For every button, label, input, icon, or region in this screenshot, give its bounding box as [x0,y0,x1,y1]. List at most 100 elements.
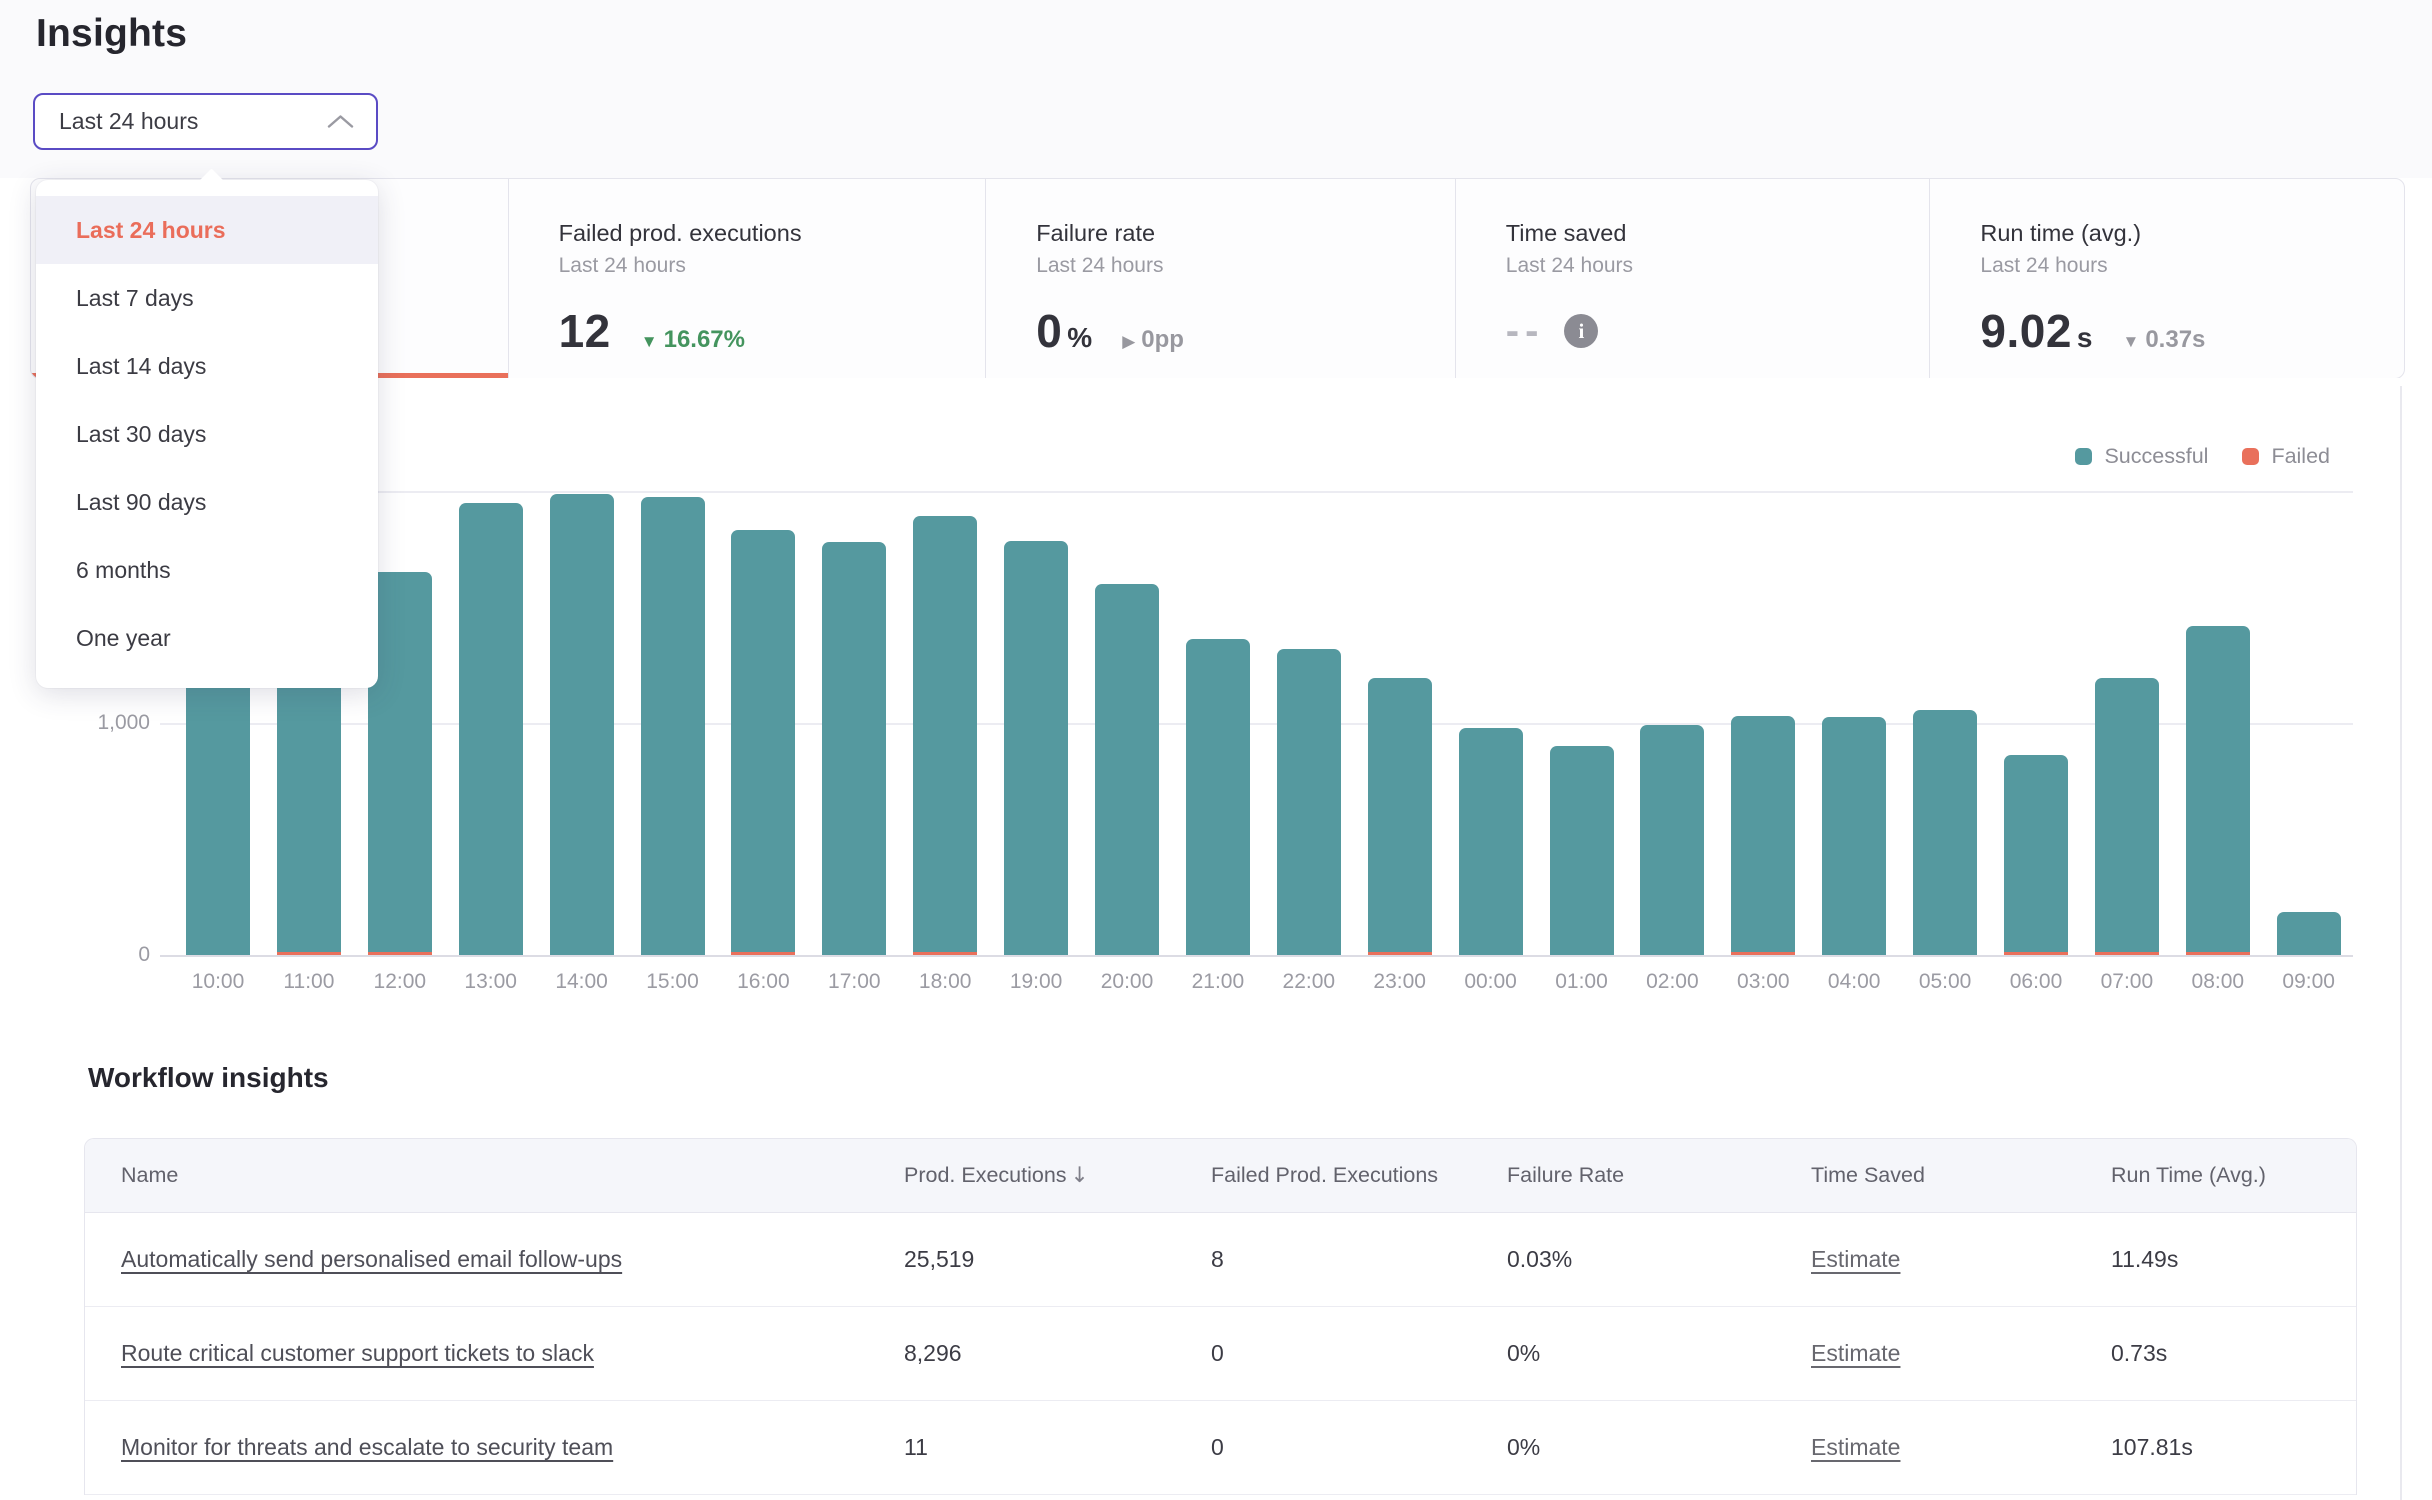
chevron-up-icon [327,114,354,129]
summary-card-value-suffix: s [2077,310,2093,366]
workflow-name-link[interactable]: Monitor for threats and escalate to secu… [121,1434,894,1461]
y-axis-label-1000: 1,000 [40,711,150,735]
summary-card-title: Failure rate [1036,219,1435,247]
table-header-row: NameProd. Executions↓Failed Prod. Execut… [85,1139,2356,1213]
estimate-link[interactable]: Estimate [1811,1434,2101,1461]
summary-card-4[interactable]: Run time (avg.)Last 24 hours9.02s▼0.37s [1929,179,2404,378]
gridline-0 [160,955,2353,957]
time-range-option-last-24-hours[interactable]: Last 24 hours [36,196,378,264]
legend-label: Successful [2104,444,2208,469]
time-saved-cell: Estimate [1811,1340,2111,1367]
x-axis-label-11:00: 11:00 [259,970,359,994]
column-header-prod-executions[interactable]: Prod. Executions↓ [904,1163,1211,1188]
content-right-divider [2400,386,2402,1500]
legend-item-failed[interactable]: Failed [2242,444,2330,469]
x-axis-label-21:00: 21:00 [1168,970,1268,994]
column-header-time-saved[interactable]: Time Saved [1811,1163,2111,1188]
legend-label: Failed [2271,444,2330,469]
chart-bar-09:00 [2277,912,2341,955]
chart-bar-failed-segment [1368,952,1432,955]
chart-bar-06:00 [2004,755,2068,955]
chart-bar-20:00 [1095,584,1159,955]
summary-card-subtitle: Last 24 hours [1036,253,1435,279]
workflow-name-cell: Monitor for threats and escalate to secu… [85,1434,904,1461]
failure-rate-cell: 0% [1507,1340,1811,1367]
prod-executions-cell: 11 [904,1434,1211,1461]
legend-item-successful[interactable]: Successful [2075,444,2208,469]
estimate-link[interactable]: Estimate [1811,1246,2101,1273]
column-header-run-time-avg-[interactable]: Run Time (Avg.) [2111,1163,2356,1188]
x-axis-label-13:00: 13:00 [441,970,541,994]
column-header-label: Run Time (Avg.) [2111,1163,2266,1187]
chart-bar-17:00 [822,542,886,955]
workflow-name-link[interactable]: Route critical customer support tickets … [121,1340,894,1367]
x-axis-label-19:00: 19:00 [986,970,1086,994]
x-axis-label-06:00: 06:00 [1986,970,2086,994]
failed-prod-executions-cell: 0 [1211,1434,1507,1461]
summary-card-delta: ▼0.37s [2123,312,2206,370]
page-title: Insights [36,12,187,56]
time-range-option-last-90-days[interactable]: Last 90 days [36,468,378,536]
summary-card-2[interactable]: Failure rateLast 24 hours0%▶0pp [985,179,1455,378]
x-axis-label-16:00: 16:00 [713,970,813,994]
x-axis-label-01:00: 01:00 [1532,970,1632,994]
summary-card-1[interactable]: Failed prod. executionsLast 24 hours12▼1… [508,179,986,378]
summary-card-subtitle: Last 24 hours [559,253,966,279]
column-header-label: Time Saved [1811,1163,1925,1187]
chart-bar-failed-segment [731,952,795,955]
triangle-down-icon: ▼ [2123,314,2140,370]
x-axis-label-15:00: 15:00 [623,970,723,994]
x-axis-label-02:00: 02:00 [1622,970,1722,994]
chart-bar-failed-segment [913,952,977,955]
estimate-link[interactable]: Estimate [1811,1340,2101,1367]
page-header-band [0,0,2432,178]
workflow-name-cell: Automatically send personalised email fo… [85,1246,904,1273]
workflow-insights-title: Workflow insights [88,1062,329,1094]
column-header-label: Failed Prod. Executions [1211,1163,1438,1187]
summary-card-value: 0 [1036,303,1062,359]
chart-bar-16:00 [731,530,795,955]
chart-bar-15:00 [641,497,705,955]
time-range-menu: Last 24 hoursLast 7 daysLast 14 daysLast… [36,180,378,688]
chart-bar-failed-segment [2186,952,2250,955]
time-range-option-last-7-days[interactable]: Last 7 days [36,264,378,332]
time-range-option-last-14-days[interactable]: Last 14 days [36,332,378,400]
legend-swatch-icon [2075,448,2092,465]
summary-card-delta-text: 0.37s [2145,312,2205,368]
x-axis-label-23:00: 23:00 [1350,970,1450,994]
triangle-down-icon: ▼ [641,314,658,370]
x-axis-label-20:00: 20:00 [1077,970,1177,994]
x-axis-label-09:00: 09:00 [2259,970,2359,994]
summary-card-title: Time saved [1506,219,1910,247]
time-range-selected-value: Last 24 hours [59,108,198,135]
y-axis-label-0: 0 [40,943,150,967]
column-header-failed-prod-executions[interactable]: Failed Prod. Executions [1211,1163,1507,1188]
time-range-option-one-year[interactable]: One year [36,604,378,672]
summary-card-3[interactable]: Time savedLast 24 hours--i [1455,179,1930,378]
failed-prod-executions-cell: 0 [1211,1340,1507,1367]
x-axis-label-04:00: 04:00 [1804,970,1904,994]
info-icon[interactable]: i [1564,314,1598,348]
x-axis-label-18:00: 18:00 [895,970,995,994]
summary-card-title: Run time (avg.) [1980,219,2384,247]
run-time-cell: 0.73s [2111,1340,2356,1367]
chart-bar-18:00 [913,516,977,955]
x-axis-label-08:00: 08:00 [2168,970,2268,994]
column-header-failure-rate[interactable]: Failure Rate [1507,1163,1811,1188]
summary-card-delta-text: 16.67% [664,312,745,368]
x-axis-label-07:00: 07:00 [2077,970,2177,994]
chart-bar-failed-segment [2095,952,2159,955]
time-range-option-last-30-days[interactable]: Last 30 days [36,400,378,468]
column-header-name[interactable]: Name [85,1163,904,1188]
table-body: Automatically send personalised email fo… [85,1213,2356,1495]
summary-card-value: 9.02 [1980,303,2072,359]
x-axis-label-12:00: 12:00 [350,970,450,994]
triangle-right-icon: ▶ [1122,314,1135,370]
time-range-select[interactable]: Last 24 hours [33,93,378,150]
x-axis-label-17:00: 17:00 [804,970,904,994]
table-row-1: Route critical customer support tickets … [85,1307,2356,1401]
chart-bar-23:00 [1368,678,1432,955]
time-range-option-6-months[interactable]: 6 months [36,536,378,604]
chart-bar-07:00 [2095,678,2159,955]
workflow-name-link[interactable]: Automatically send personalised email fo… [121,1246,894,1273]
